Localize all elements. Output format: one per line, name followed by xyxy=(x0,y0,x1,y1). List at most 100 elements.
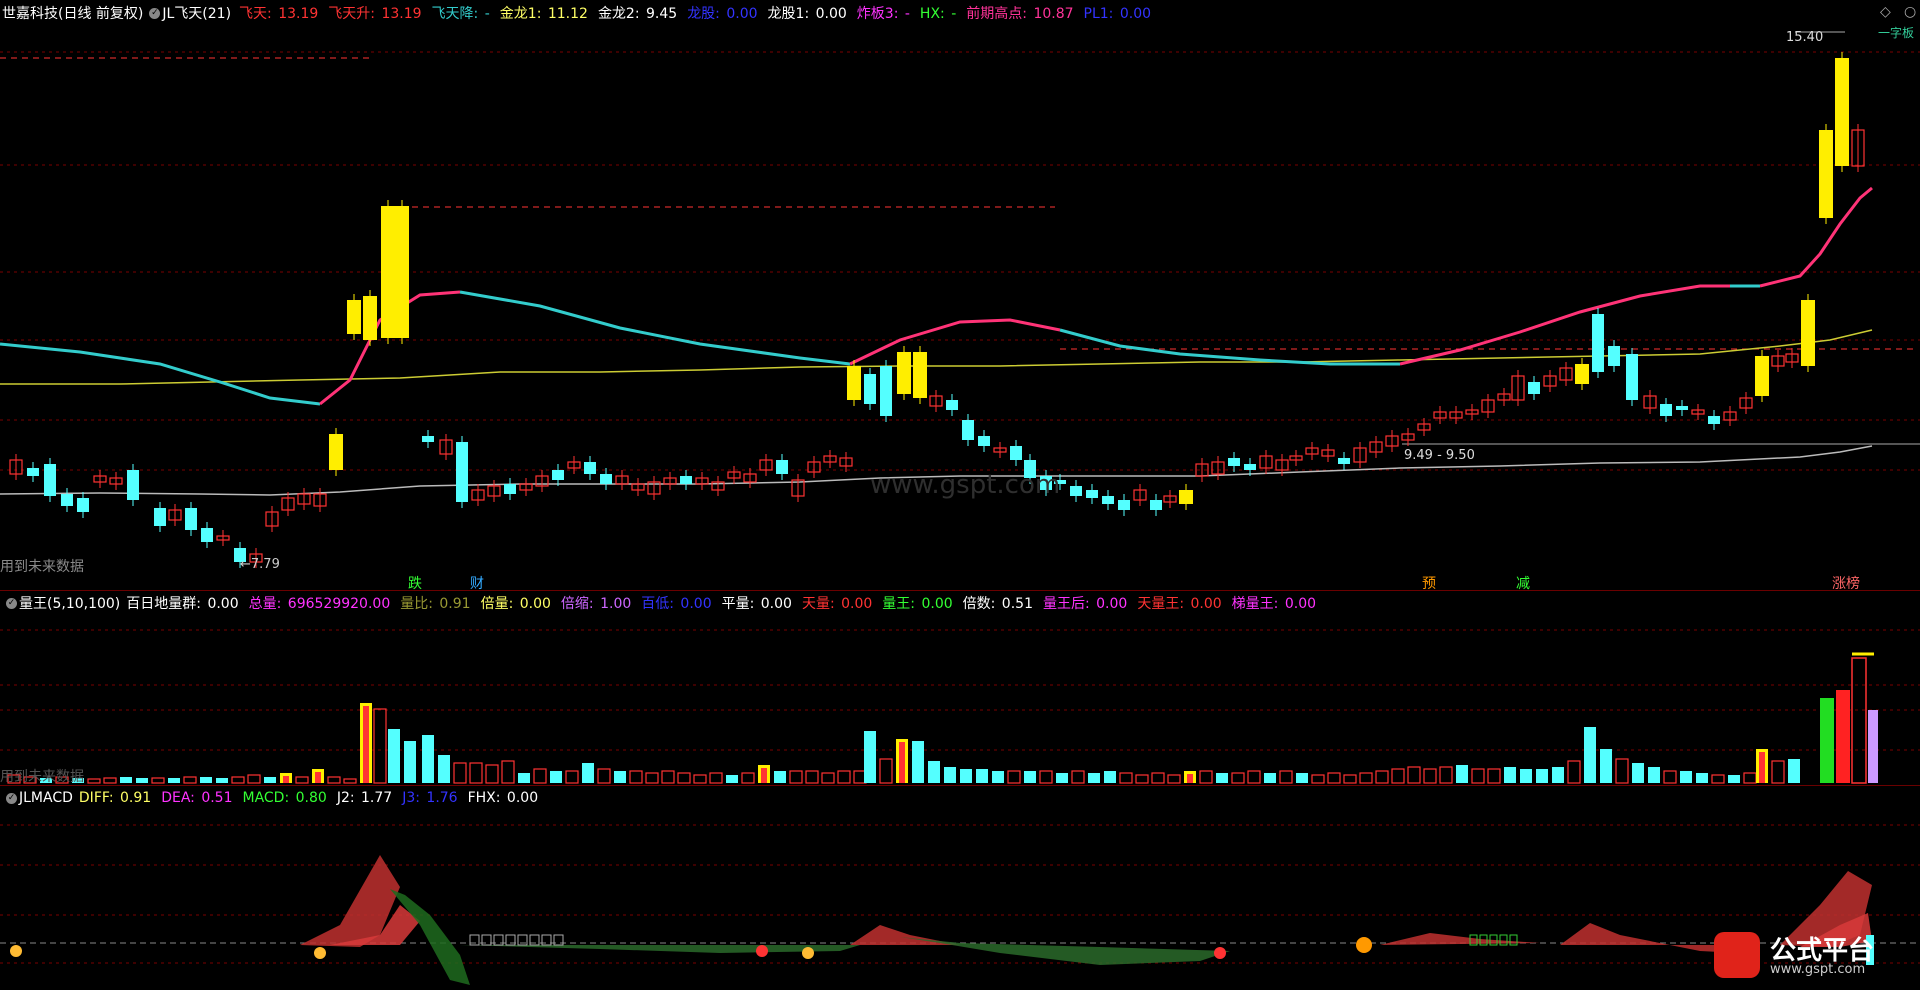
volume-bar-up xyxy=(629,770,643,784)
volume-bar-up xyxy=(501,760,515,784)
volume-bar-up xyxy=(1375,770,1389,784)
volume-bar-down xyxy=(582,763,594,783)
volume-bar-limit-core xyxy=(761,768,767,783)
volume-bar-up xyxy=(1247,770,1261,784)
candle-down xyxy=(552,470,564,480)
volume-bar-up xyxy=(693,774,707,784)
candle-down xyxy=(600,474,612,484)
volume-bar-up xyxy=(1359,772,1373,784)
volume-bar-up xyxy=(151,777,165,784)
volume-bar-up xyxy=(485,764,499,784)
volume-bar-up xyxy=(677,772,691,784)
candle-down xyxy=(77,498,89,512)
candle-down xyxy=(1070,486,1082,496)
volume-bar-down xyxy=(912,741,924,783)
volume-bar-up xyxy=(1135,774,1149,784)
candle-down xyxy=(1608,346,1620,366)
candle-down xyxy=(127,470,139,500)
candle-down xyxy=(422,436,434,442)
volume-bar-up xyxy=(1567,760,1581,784)
macd-chart[interactable] xyxy=(0,785,1920,990)
candle-down xyxy=(1626,354,1638,400)
volume-bar-up xyxy=(837,770,851,784)
volume-bar-down xyxy=(422,735,434,783)
top-right-diamond-icon[interactable]: ◇ xyxy=(1880,4,1891,20)
volume-bar-down xyxy=(438,755,450,783)
volume-bar-down xyxy=(1264,773,1276,783)
volume-bar-up xyxy=(1039,770,1053,784)
logo-icon xyxy=(1714,932,1760,978)
volume-bar-down xyxy=(264,777,276,783)
candlestick-chart[interactable] xyxy=(0,0,1920,590)
candle-down xyxy=(27,468,39,476)
volume-panel[interactable]: ✓ 量王(5,10,100) 百日地量群: 0.00 总量: 696529920.… xyxy=(0,590,1920,785)
candle-limit xyxy=(381,206,395,338)
candle-down xyxy=(1118,500,1130,510)
candle-down xyxy=(1102,496,1114,504)
volume-bar-up xyxy=(1391,768,1405,784)
volume-bar-down xyxy=(1216,773,1228,783)
candle-down xyxy=(185,508,197,530)
candle-limit xyxy=(347,300,361,334)
volume-bar-red xyxy=(1836,690,1850,783)
candle-down xyxy=(962,420,974,440)
ma-fast-line xyxy=(1399,284,1730,366)
price-low-label: ←7.79 xyxy=(240,557,280,572)
candle-down xyxy=(880,366,892,416)
candle-down xyxy=(1086,490,1098,498)
volume-bar-up xyxy=(533,768,547,784)
volume-bar-down xyxy=(200,777,212,783)
volume-bar-up xyxy=(1343,774,1357,784)
volume-bar-down xyxy=(404,741,416,783)
volume-bar-up xyxy=(247,774,261,784)
volume-bar-up xyxy=(661,770,675,784)
volume-bar-down xyxy=(976,769,988,783)
volume-bar-up xyxy=(565,770,579,784)
price-panel[interactable]: 世嘉科技(日线 前复权) ✓ JL飞天(21) 飞天: 13.19 飞天升: 13… xyxy=(0,0,1920,592)
candle-down xyxy=(1244,464,1256,470)
volume-chart[interactable] xyxy=(0,590,1920,785)
volume-bar-limit-core xyxy=(315,772,321,783)
volume-bar-up xyxy=(469,762,483,784)
volume-bar-limit-core xyxy=(363,706,369,783)
volume-bar-down xyxy=(1552,767,1564,783)
volume-bar-limit-core xyxy=(1187,774,1193,783)
volume-bar-up xyxy=(1615,758,1629,784)
volume-bar-up xyxy=(1423,768,1437,784)
watermark: www.gspt.com xyxy=(870,470,1061,500)
volume-bar-down xyxy=(1584,727,1596,783)
macd-panel[interactable]: ✓ JLMACD DIFF: 0.91 DEA: 0.51 MACD: 0.80 J2… xyxy=(0,785,1920,990)
volume-bar-down xyxy=(1296,773,1308,783)
candle-limit xyxy=(1179,490,1193,504)
candle-down xyxy=(61,494,73,506)
volume-bar-down xyxy=(1600,749,1612,783)
volume-bar-up xyxy=(1311,774,1325,784)
volume-bar-down xyxy=(1056,773,1068,783)
logo-url: www.gspt.com xyxy=(1770,962,1866,977)
volume-bar-up xyxy=(183,776,197,784)
volume-bar-up xyxy=(1071,770,1085,784)
volume-bar-up xyxy=(1487,768,1501,784)
candle-down xyxy=(946,400,958,410)
candle-down xyxy=(44,464,56,496)
candle-down xyxy=(1150,500,1162,510)
volume-bar-up xyxy=(741,772,755,784)
volume-bar-up xyxy=(1711,774,1725,784)
up-signal-icon xyxy=(1356,937,1372,953)
volume-bar-down xyxy=(216,778,228,783)
volume-bar-down xyxy=(1504,767,1516,783)
future-data-note: 用到未来数据 xyxy=(0,559,84,575)
volume-bar-up xyxy=(453,762,467,784)
volume-bar-down xyxy=(944,767,956,783)
volume-bar-down xyxy=(1728,775,1740,783)
ma-fast-line xyxy=(459,290,851,366)
price-high-label: 15.40 xyxy=(1786,30,1824,45)
volume-bar-up xyxy=(1743,772,1757,784)
candle-down xyxy=(1528,382,1540,394)
volume-bar-up xyxy=(1231,772,1245,784)
volume-bar-up xyxy=(1151,772,1165,784)
top-right-circle-icon[interactable]: ○ xyxy=(1904,4,1916,20)
candle-down xyxy=(1660,404,1672,416)
volume-bar-up xyxy=(1851,657,1867,784)
candle-down xyxy=(1338,458,1350,464)
